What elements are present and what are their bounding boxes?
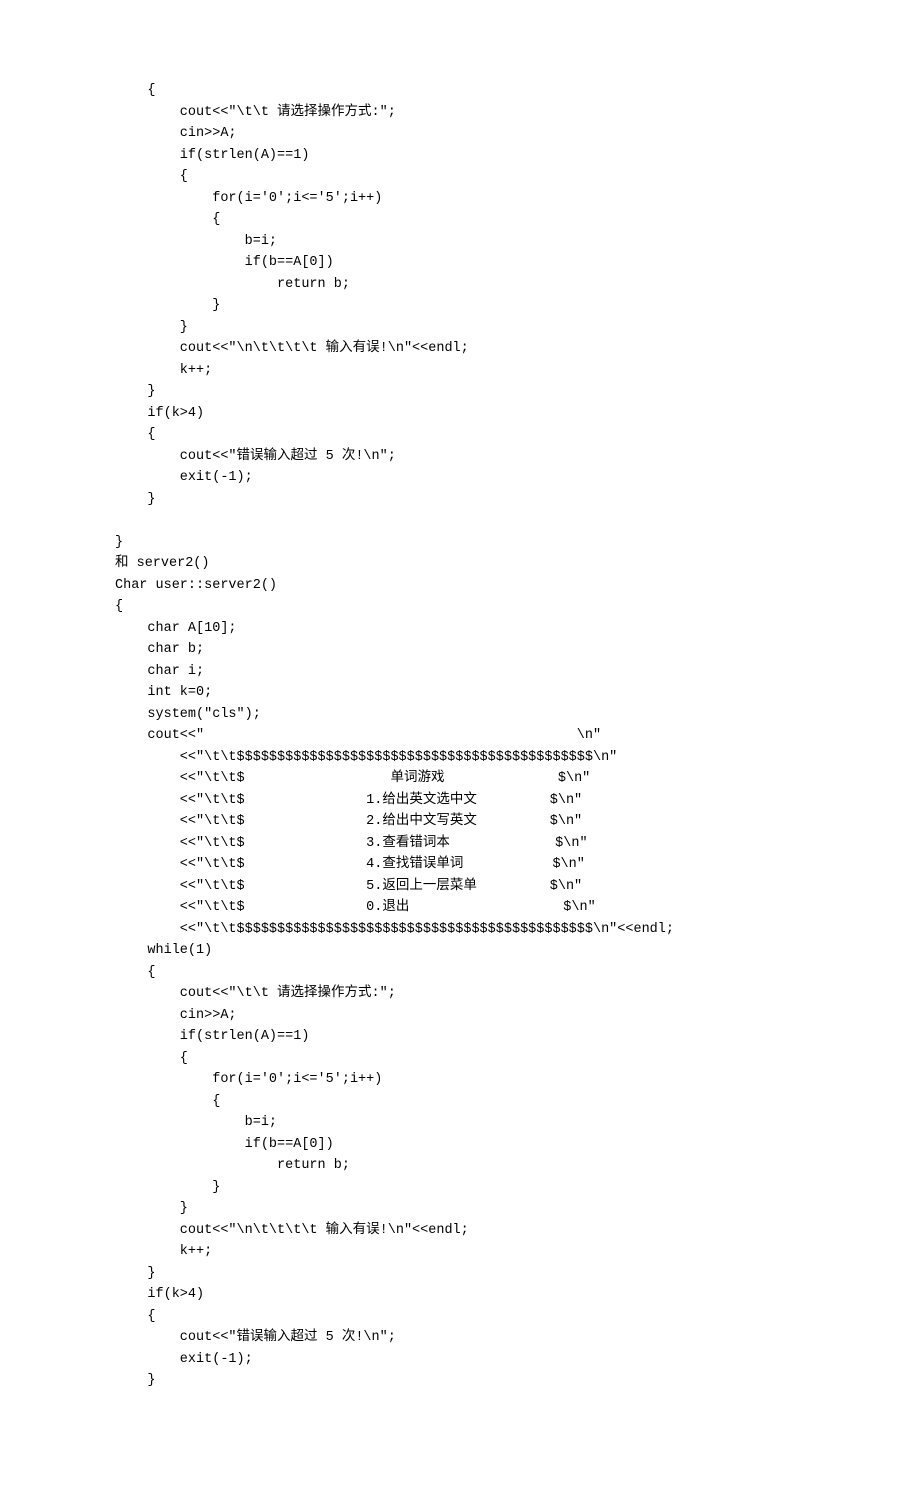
code-block: { cout<<"\t\t 请选择操作方式:"; cin>>A; if(strl… [115,80,920,1392]
